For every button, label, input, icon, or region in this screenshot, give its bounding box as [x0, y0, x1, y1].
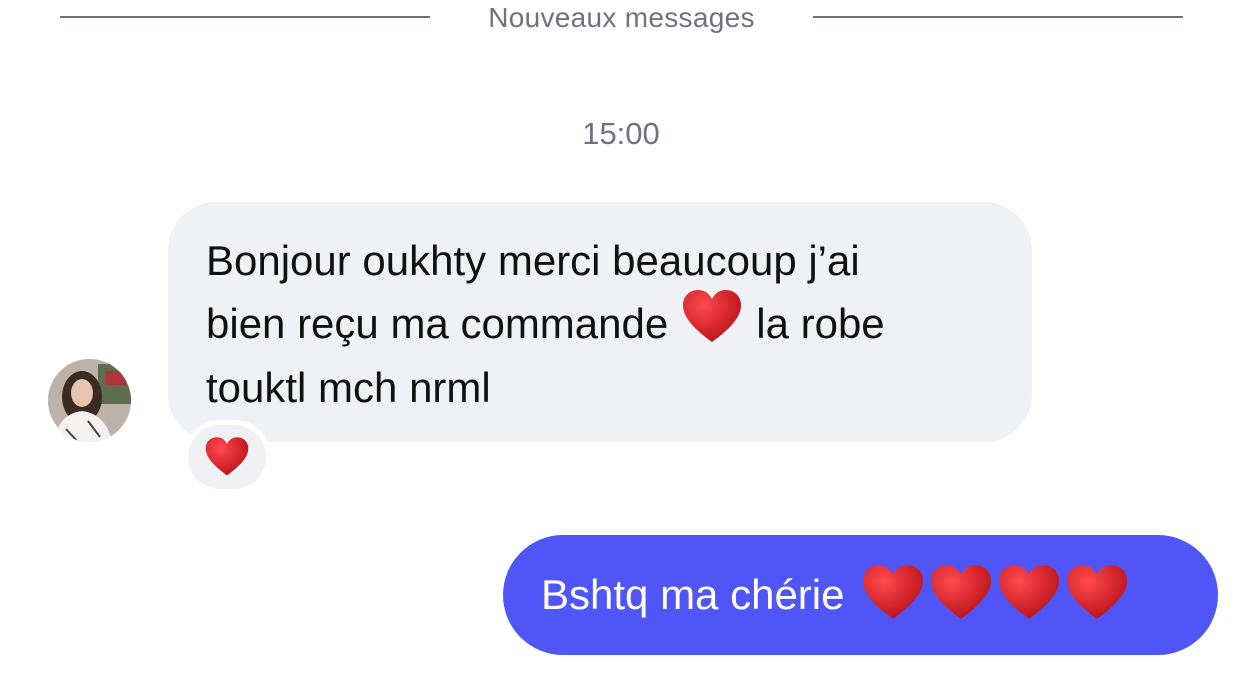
incoming-message-text: Bonjour oukhty merci beaucoup j’ai bien …: [206, 232, 996, 417]
outgoing-hearts: [862, 564, 1128, 626]
avatar[interactable]: [48, 359, 131, 442]
red-heart-icon: [682, 290, 742, 359]
message-reaction[interactable]: [183, 420, 271, 494]
avatar-photo: [48, 359, 131, 442]
incoming-line-2-end: la robe: [756, 300, 885, 347]
message-timestamp: 15:00: [582, 116, 660, 151]
outgoing-message-text: Bshtq ma chérie: [541, 571, 845, 618]
red-heart-icon: [930, 564, 992, 626]
chat-screen: Nouveaux messages 15:00 Bonjour oukhty m…: [0, 0, 1242, 673]
divider-line-right: [813, 16, 1183, 18]
incoming-line-1: Bonjour oukhty merci beaucoup j’ai: [206, 237, 860, 284]
outgoing-message-bubble[interactable]: Bshtq ma chérie: [503, 535, 1218, 655]
divider-line-left: [60, 16, 430, 18]
incoming-message-bubble[interactable]: Bonjour oukhty merci beaucoup j’ai bien …: [168, 202, 1032, 442]
new-messages-label: Nouveaux messages: [488, 2, 755, 33]
new-messages-divider: Nouveaux messages: [0, 0, 1242, 36]
incoming-line-2-start: bien reçu ma commande: [206, 300, 669, 347]
red-heart-icon: [205, 437, 249, 482]
incoming-line-3: touktl mch nrml: [206, 364, 491, 411]
red-heart-icon: [862, 564, 924, 626]
red-heart-icon: [998, 564, 1060, 626]
red-heart-icon: [1066, 564, 1128, 626]
incoming-line-2: bien reçu ma commande la robe: [206, 290, 996, 359]
